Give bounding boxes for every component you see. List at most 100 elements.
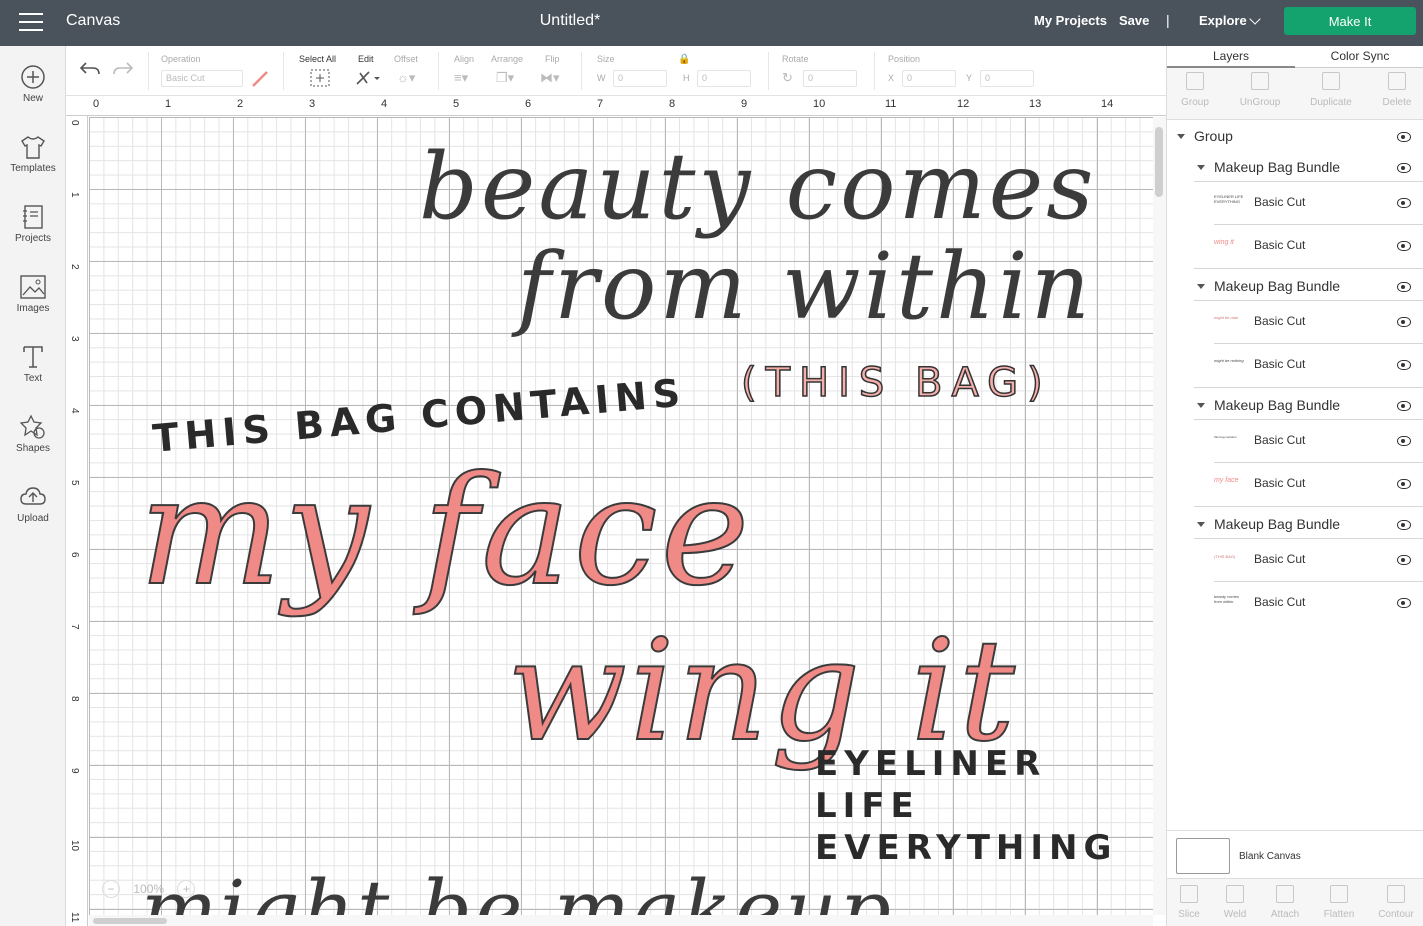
flip-icon[interactable]: ⧓▾ — [540, 70, 560, 86]
toolbar-divider — [581, 52, 582, 90]
contour-button[interactable]: Contour — [1366, 885, 1423, 920]
eye-icon[interactable] — [1397, 198, 1411, 208]
rotate-icon[interactable]: ↻ — [782, 70, 793, 86]
eye-icon[interactable] — [1397, 436, 1411, 446]
caret-down-icon[interactable] — [1197, 522, 1205, 527]
text-beauty-comes[interactable]: beauty comes — [419, 137, 1096, 237]
text-wing-it[interactable]: wing it — [506, 621, 1018, 763]
group-button[interactable]: Group — [1165, 72, 1225, 108]
select-all-icon[interactable] — [310, 69, 330, 87]
cloud-upload-icon — [20, 487, 46, 505]
align-icon[interactable]: ≡▾ — [454, 70, 468, 86]
offset-icon[interactable]: ☼▾ — [397, 70, 415, 86]
save-link[interactable]: Save — [1119, 13, 1149, 28]
ungroup-button[interactable]: UnGroup — [1230, 72, 1290, 108]
eye-icon[interactable] — [1397, 282, 1411, 292]
ruler-x-tick: 6 — [525, 98, 532, 110]
scroll-thumb[interactable] — [1155, 127, 1163, 197]
flatten-button[interactable]: Flatten — [1309, 885, 1369, 920]
make-it-button[interactable]: Make It — [1284, 7, 1416, 35]
eye-icon[interactable] — [1397, 479, 1411, 489]
eye-icon[interactable] — [1397, 317, 1411, 327]
duplicate-button[interactable]: Duplicate — [1301, 72, 1361, 108]
text-my-face[interactable]: my face — [138, 456, 752, 608]
lock-icon[interactable]: 🔒 — [678, 54, 690, 65]
chevron-down-icon[interactable] — [1249, 13, 1261, 25]
layer-label: Makeup Bag Bundle — [1214, 278, 1341, 294]
scroll-thumb[interactable] — [93, 918, 167, 924]
caret-down-icon[interactable] — [1197, 284, 1205, 289]
horizontal-scrollbar[interactable] — [89, 915, 1153, 926]
y-label: Y — [966, 73, 973, 83]
layer-label: Basic Cut — [1254, 195, 1306, 209]
eye-icon[interactable] — [1397, 163, 1411, 173]
caret-down-icon[interactable] — [1197, 403, 1205, 408]
eye-icon[interactable] — [1397, 241, 1411, 251]
sidebar-item-shapes[interactable]: Shapes — [0, 414, 66, 454]
edit-icon[interactable] — [355, 69, 381, 87]
redo-icon[interactable] — [112, 60, 134, 78]
divider — [1194, 506, 1423, 507]
vertical-scrollbar[interactable] — [1153, 117, 1166, 915]
ruler-x-tick: 0 — [93, 98, 100, 110]
my-projects-link[interactable]: My Projects — [1034, 13, 1107, 28]
layer-thumbnail: this bag contains — [1214, 435, 1237, 439]
delete-button[interactable]: Delete — [1367, 72, 1423, 108]
explore-dropdown[interactable]: Explore — [1199, 13, 1247, 28]
ruler-y-tick: 1 — [69, 192, 80, 198]
ruler-y-tick: 7 — [69, 624, 80, 630]
operation-select[interactable]: Basic Cut — [161, 70, 243, 87]
eye-icon[interactable] — [1397, 132, 1411, 142]
sidebar-item-upload[interactable]: Upload — [0, 484, 66, 524]
tab-color-sync[interactable]: Color Sync — [1296, 49, 1423, 63]
flip-label: Flip — [545, 54, 560, 64]
sidebar-item-text[interactable]: Text — [0, 344, 66, 384]
rotate-input[interactable]: 0 — [803, 70, 857, 87]
text-from-within[interactable]: from within — [517, 237, 1093, 337]
design-canvas[interactable]: beauty comes from within (THIS BAG) THIS… — [89, 117, 1153, 915]
x-input[interactable]: 0 — [902, 70, 956, 87]
y-input[interactable]: 0 — [980, 70, 1034, 87]
sidebar-item-images[interactable]: Images — [0, 274, 66, 314]
zoom-out-button[interactable]: − — [102, 880, 120, 898]
width-input[interactable]: 0 — [613, 70, 667, 87]
layer-thumbnail: wing it — [1214, 239, 1234, 246]
action-label: Duplicate — [1310, 97, 1352, 108]
eye-icon[interactable] — [1397, 555, 1411, 565]
text-life[interactable]: LIFE — [815, 785, 920, 827]
sidebar-item-templates[interactable]: Templates — [0, 134, 66, 174]
zoom-in-button[interactable]: + — [177, 880, 196, 898]
sidebar-item-label: Text — [23, 373, 43, 384]
toolbar-divider — [283, 52, 284, 90]
action-label: Group — [1181, 97, 1209, 108]
ungroup-icon — [1251, 72, 1269, 90]
text-this-bag[interactable]: (THIS BAG) — [740, 359, 1052, 407]
group-icon — [1186, 72, 1204, 90]
text-eyeliner[interactable]: EYELINER — [815, 743, 1046, 785]
blank-canvas-layer[interactable]: Blank Canvas — [1167, 830, 1423, 878]
pen-color-icon[interactable] — [250, 70, 270, 88]
zoom-control: − 100% + — [102, 880, 196, 900]
eye-icon[interactable] — [1397, 401, 1411, 411]
undo-icon[interactable] — [79, 60, 101, 78]
layers-panel: Layers Color Sync Group UnGroup Duplicat… — [1166, 46, 1423, 926]
divider — [1194, 387, 1423, 388]
layer-actions: Group UnGroup Duplicate Delete — [1167, 68, 1423, 120]
layer-thumbnail: my face — [1214, 477, 1239, 484]
ruler-y-tick: 3 — [69, 336, 80, 342]
caret-down-icon[interactable] — [1197, 165, 1205, 170]
text-might-be-makeup[interactable]: might be makeup — [141, 865, 894, 916]
sidebar-item-projects[interactable]: Projects — [0, 204, 66, 244]
arrange-icon[interactable]: ❐▾ — [496, 70, 514, 86]
eye-icon[interactable] — [1397, 360, 1411, 370]
layer-label: Basic Cut — [1254, 552, 1306, 566]
sidebar-item-new[interactable]: New — [0, 64, 66, 104]
tab-layers[interactable]: Layers — [1167, 49, 1295, 68]
layer-label: Basic Cut — [1254, 238, 1306, 252]
caret-down-icon[interactable] — [1177, 134, 1185, 139]
eye-icon[interactable] — [1397, 520, 1411, 530]
height-input[interactable]: 0 — [697, 70, 751, 87]
attach-button[interactable]: Attach — [1255, 885, 1315, 920]
canvas-color-swatch[interactable] — [1176, 838, 1230, 874]
eye-icon[interactable] — [1397, 598, 1411, 608]
